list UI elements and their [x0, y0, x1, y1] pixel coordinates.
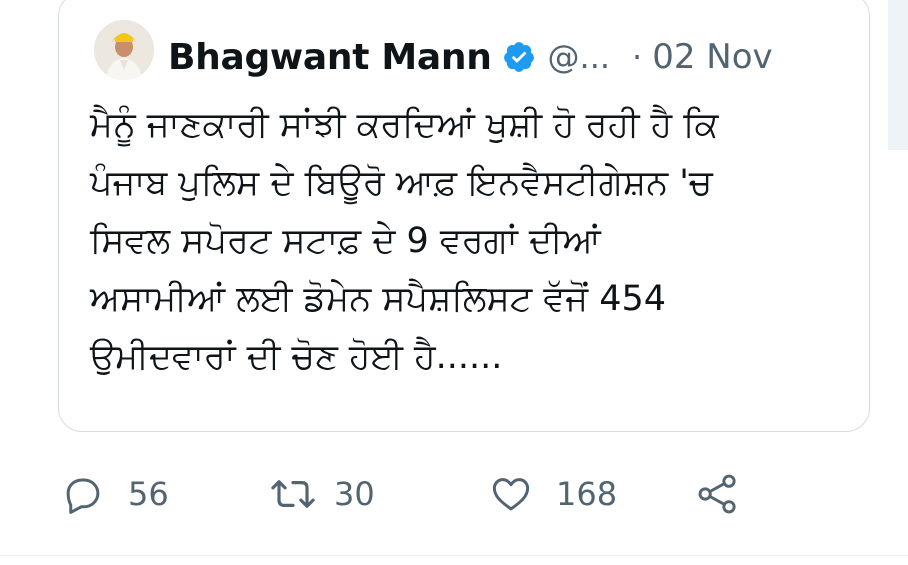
side-panel-edge	[888, 0, 908, 150]
tweet-text-line: ਪੰਜਾਬ ਪੁਲਿਸ ਦੇ ਬਿਊਰੋ ਆਫ਼ ਇਨਵੈਸਟੀਗੇਸ਼ਨ 'ਚ	[90, 163, 713, 203]
heart-icon	[488, 473, 534, 515]
tweet-divider	[0, 555, 908, 556]
tweet-text-line: ਸਿਵਲ ਸਪੋਰਟ ਸਟਾਫ਼ ਦੇ 9 ਵਰਗਾਂ ਦੀਆਂ	[90, 221, 601, 261]
reply-count: 56	[128, 475, 169, 513]
tweet-header: Bhagwant Mann @... · 02 Nov	[168, 32, 773, 82]
like-count: 168	[556, 475, 618, 513]
like-button[interactable]: 168	[488, 470, 617, 518]
reply-icon	[62, 473, 104, 515]
tweet-text-line: ਮੈਨੂੰ ਜਾਣਕਾਰੀ ਸਾਂਝੀ ਕਰਦਿਆਂ ਖੁਸ਼ੀ ਹੋ ਰਹੀ …	[90, 105, 719, 145]
tweet-text: ਮੈਨੂੰ ਜਾਣਕਾਰੀ ਸਾਂਝੀ ਕਰਦਿਆਂ ਖੁਸ਼ੀ ਹੋ ਰਹੀ …	[90, 96, 860, 386]
share-icon	[694, 472, 742, 516]
tweet-text-line: ਅਸਾਮੀਆਂ ਲਈ ਡੋਮੇਨ ਸਪੈਸ਼ਲਿਸਟ ਵੱਜੋਂ 454	[90, 279, 667, 319]
header-separator: ·	[632, 38, 643, 76]
author-name[interactable]: Bhagwant Mann	[168, 37, 492, 78]
avatar[interactable]	[94, 20, 154, 80]
retweet-count: 30	[334, 475, 375, 513]
retweet-icon	[268, 473, 318, 515]
tweet-text-line: ਉਮੀਦਵਾਰਾਂ ਦੀ ਚੋਣ ਹੋਈ ਹੈ......	[90, 337, 503, 377]
author-handle[interactable]: @...	[548, 38, 611, 76]
verified-badge-icon	[502, 40, 536, 74]
retweet-button[interactable]: 30	[268, 470, 375, 518]
share-button[interactable]	[694, 470, 742, 518]
reply-button[interactable]: 56	[62, 470, 169, 518]
post-date[interactable]: 02 Nov	[652, 37, 772, 77]
tweet-actions-bar: 56 30 168	[62, 470, 762, 518]
